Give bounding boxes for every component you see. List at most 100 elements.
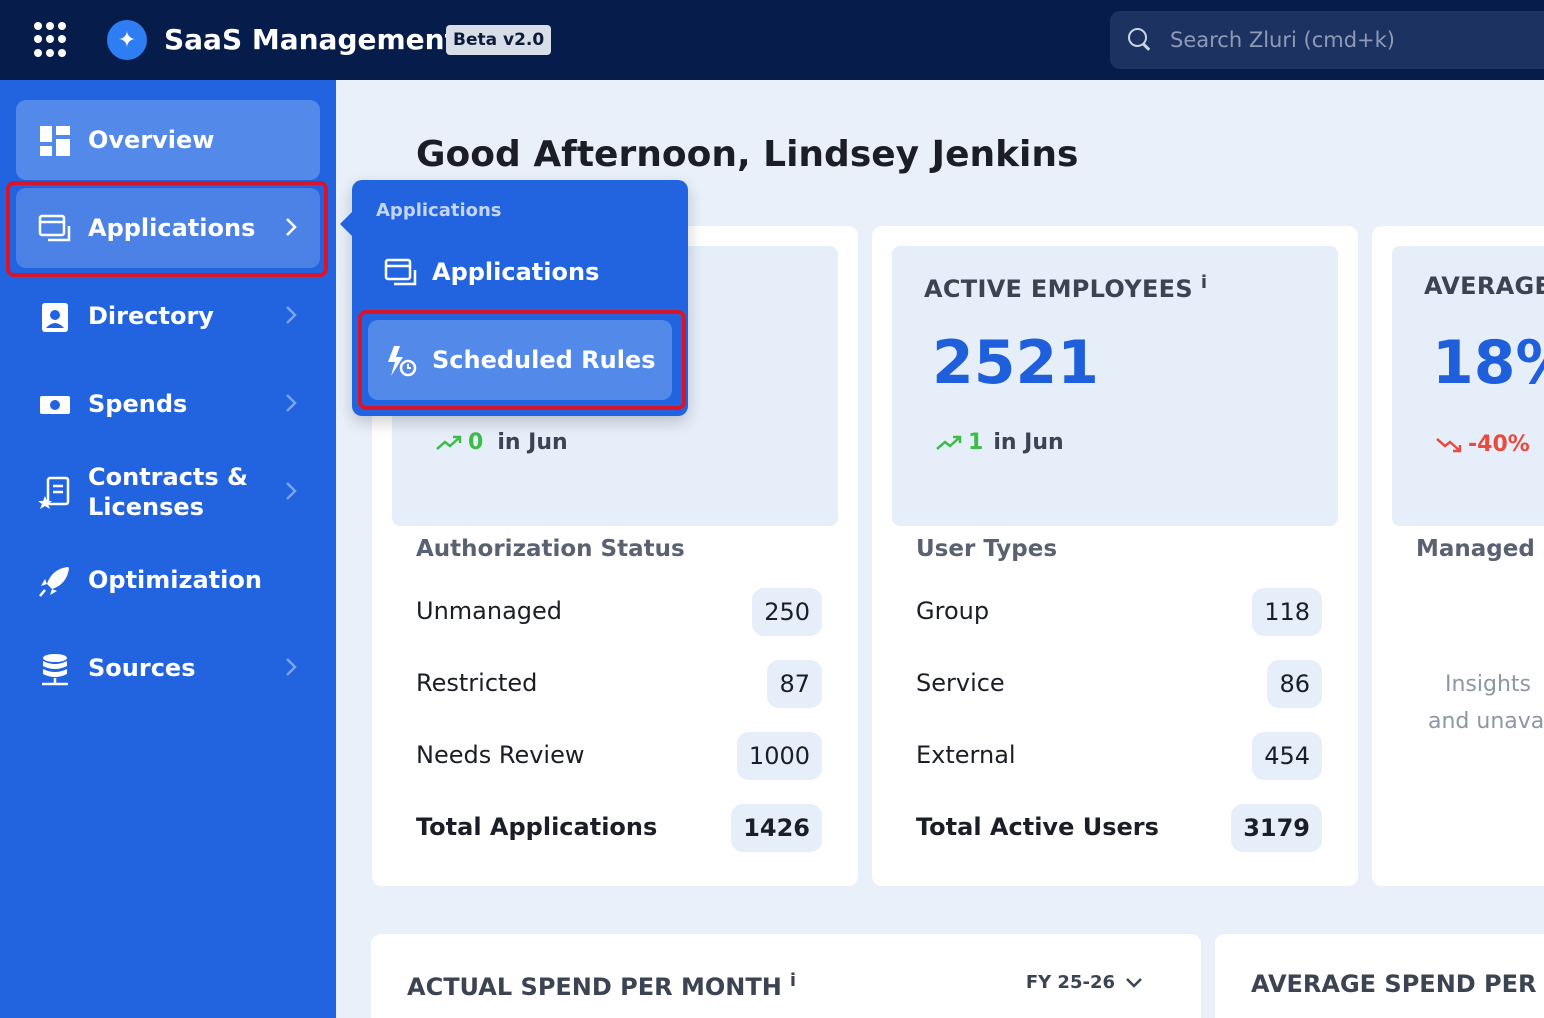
row-label: Needs Review xyxy=(416,741,585,769)
chevron-right-icon xyxy=(286,658,297,676)
note-line-1: Insights xyxy=(1445,672,1532,697)
dashboard-icon xyxy=(40,126,70,156)
directory-icon xyxy=(42,303,68,332)
average-spend-card: AVERAGE SPEND PER US xyxy=(1215,934,1544,1018)
submenu-heading: Applications xyxy=(376,200,502,221)
trend-down-icon xyxy=(1436,437,1462,452)
chevron-right-icon xyxy=(286,394,297,412)
sidebar-item-overview[interactable]: Overview xyxy=(16,100,320,180)
sidebar-item-applications[interactable]: Applications xyxy=(16,188,320,268)
metric-panel: AVERAGE 18% -40% xyxy=(1392,246,1544,526)
average-card: AVERAGE 18% -40% Managed a Insights and … xyxy=(1372,226,1544,886)
count-badge: 86 xyxy=(1267,660,1322,708)
row-label: Service xyxy=(916,669,1005,697)
row-label: Restricted xyxy=(416,669,538,697)
app-grid-icon[interactable] xyxy=(34,22,70,58)
top-bar: ✦ SaaS Management Beta v2.0 xyxy=(0,0,1544,80)
row-label: External xyxy=(916,741,1016,769)
row-label: Group xyxy=(916,597,990,625)
sidebar-item-label: Spends xyxy=(88,390,188,418)
list-item[interactable]: Unmanaged 250 xyxy=(416,586,822,636)
search-icon xyxy=(1128,28,1152,52)
trend-value: 1 xyxy=(968,430,984,455)
card-title-text: ACTUAL SPEND PER MONTH xyxy=(407,973,782,1001)
submenu-item-applications[interactable]: Applications xyxy=(368,232,672,312)
list-item-total[interactable]: Total Active Users 3179 xyxy=(916,802,1322,852)
search-input[interactable] xyxy=(1170,11,1540,69)
chevron-right-icon xyxy=(286,306,297,324)
applications-submenu: Applications Applications Scheduled Rule… xyxy=(340,180,688,416)
info-icon[interactable]: i xyxy=(1201,272,1207,293)
metric-title: ACTIVE EMPLOYEES i xyxy=(924,272,1207,303)
metric-value: 2521 xyxy=(932,328,1099,398)
list-item-total[interactable]: Total Applications 1426 xyxy=(416,802,822,852)
count-badge: 250 xyxy=(752,588,822,636)
sidebar-item-label: Contracts & Licenses xyxy=(88,463,248,521)
rocket-icon xyxy=(39,567,69,597)
card-title: ACTUAL SPEND PER MONTH i xyxy=(407,970,796,1001)
page-greeting: Good Afternoon, Lindsey Jenkins xyxy=(416,134,1079,175)
note-line-2: and unava xyxy=(1428,709,1544,734)
active-employees-card: ACTIVE EMPLOYEES i 2521 1 in Jun User Typ… xyxy=(872,226,1358,886)
submenu-item-label: Scheduled Rules xyxy=(432,346,656,374)
sidebar-item-label: Sources xyxy=(88,654,196,682)
trend-up-icon xyxy=(936,435,962,450)
chevron-right-icon xyxy=(286,482,297,500)
sidebar: Overview Applications Directory Spends C… xyxy=(0,80,336,1018)
database-icon xyxy=(42,654,68,686)
count-badge: 454 xyxy=(1252,732,1322,780)
sidebar-item-sources[interactable]: Sources xyxy=(16,628,320,708)
sidebar-item-label: Applications xyxy=(88,214,256,242)
sidebar-item-label: Directory xyxy=(88,302,214,330)
section-title: Authorization Status xyxy=(416,536,685,562)
beta-badge: Beta v2.0 xyxy=(446,25,552,55)
chevron-right-icon xyxy=(286,218,297,236)
list-item[interactable]: Needs Review 1000 xyxy=(416,730,822,780)
count-badge: 1426 xyxy=(731,804,822,852)
section-title: Managed a xyxy=(1416,536,1544,562)
count-badge: 118 xyxy=(1252,588,1322,636)
sidebar-item-contracts-licenses[interactable]: Contracts & Licenses xyxy=(16,452,320,532)
contracts-icon xyxy=(38,476,70,509)
metric-title: AVERAGE xyxy=(1424,272,1544,300)
info-icon[interactable]: i xyxy=(790,970,796,991)
row-label: Total Active Users xyxy=(916,813,1159,841)
metric-panel: ACTIVE EMPLOYEES i 2521 1 in Jun xyxy=(892,246,1338,526)
chevron-down-icon xyxy=(1126,977,1142,988)
trend-indicator: 0 in Jun xyxy=(436,430,568,455)
section-title: User Types xyxy=(916,536,1058,562)
list-item[interactable]: Service 86 xyxy=(916,658,1322,708)
trend-indicator: 1 in Jun xyxy=(936,430,1064,455)
spends-icon xyxy=(40,396,70,414)
list-item[interactable]: Restricted 87 xyxy=(416,658,822,708)
trend-period: in Jun xyxy=(497,430,568,455)
app-title: SaaS Management xyxy=(164,23,458,56)
list-item[interactable]: External 454 xyxy=(916,730,1322,780)
empty-state-note: Insights and unava xyxy=(1428,666,1544,740)
trend-indicator: -40% xyxy=(1436,432,1540,457)
row-label: Unmanaged xyxy=(416,597,563,625)
sparkle-logo-icon: ✦ xyxy=(107,20,147,60)
metric-title-text: ACTIVE EMPLOYEES xyxy=(924,275,1193,303)
list-item[interactable]: Group 118 xyxy=(916,586,1322,636)
trend-period: in Jun xyxy=(993,430,1064,455)
count-badge: 1000 xyxy=(736,732,822,780)
submenu-item-scheduled-rules[interactable]: Scheduled Rules xyxy=(368,320,672,400)
sidebar-item-optimization[interactable]: Optimization xyxy=(16,540,320,620)
sidebar-item-directory[interactable]: Directory xyxy=(16,276,320,356)
fiscal-year-select[interactable]: FY 25-26 xyxy=(1026,972,1143,993)
trend-value: -40% xyxy=(1468,432,1530,457)
fiscal-year-value: FY 25-26 xyxy=(1025,972,1115,993)
search-box[interactable] xyxy=(1110,11,1544,69)
applications-icon xyxy=(38,214,71,242)
scheduled-rules-icon xyxy=(388,346,417,377)
sidebar-item-spends[interactable]: Spends xyxy=(16,364,320,444)
sidebar-item-label: Optimization xyxy=(88,566,262,594)
card-title: AVERAGE SPEND PER US xyxy=(1251,970,1544,998)
metric-value: 18% xyxy=(1432,328,1544,398)
actual-spend-card: ACTUAL SPEND PER MONTH i FY 25-26 xyxy=(371,934,1201,1018)
trend-value: 0 xyxy=(468,430,484,455)
applications-icon xyxy=(384,258,417,286)
submenu-item-label: Applications xyxy=(432,258,600,286)
row-label: Total Applications xyxy=(416,813,658,841)
